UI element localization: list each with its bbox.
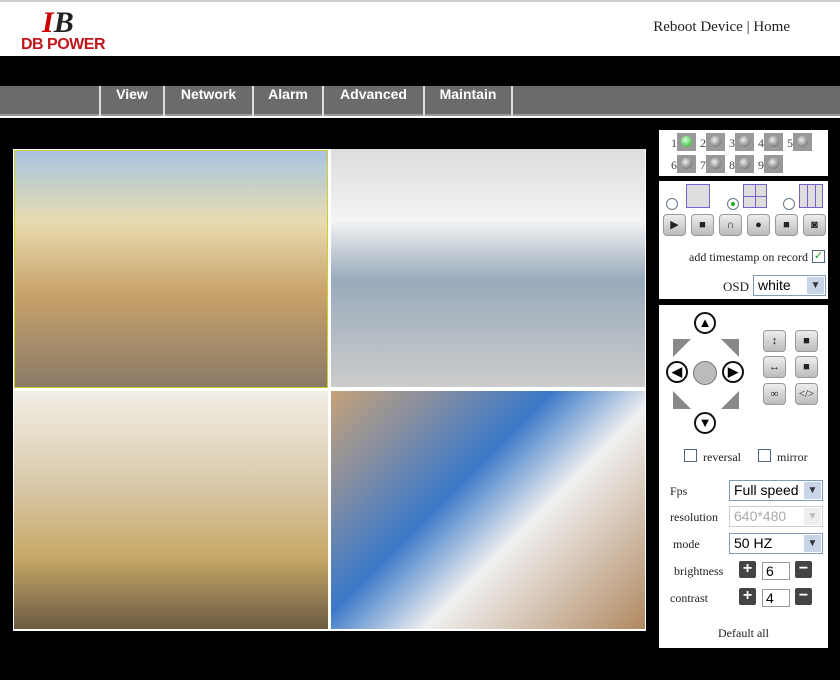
chevron-down-icon: ▼ (804, 535, 821, 552)
channel-4[interactable]: 4 (758, 133, 783, 151)
home-link[interactable]: Home (753, 19, 790, 35)
fps-value: Full speed (734, 482, 799, 498)
reversal-label: reversal (703, 450, 741, 464)
stop-button[interactable]: ■ (691, 214, 714, 236)
channel-5[interactable]: 5 (787, 133, 812, 151)
fps-select[interactable]: Full speed ▼ (729, 480, 823, 501)
layout-9-radio[interactable] (783, 198, 795, 210)
audio-icon[interactable]: ∩ (719, 214, 742, 236)
channel-status-icon (793, 133, 812, 151)
resolution-value: 640*480 (734, 508, 787, 524)
channel-6[interactable]: 6 (671, 155, 696, 173)
camera-feed-1[interactable] (14, 150, 328, 388)
resolution-select[interactable]: 640*480 ▼ (729, 506, 823, 527)
main-nav: View Network Alarm Advanced Maintain (0, 86, 840, 116)
camera-feed-3[interactable] (14, 391, 328, 629)
ptz-panel: ▲ ◀ ▶ ▼ ↕ ■ ↔ ■ ∞ </> reversal mirror Fp… (659, 305, 828, 648)
channel-status-icon (764, 155, 783, 173)
channel-panel: 12345 6789 (659, 130, 828, 176)
layout-9-icon[interactable] (799, 184, 823, 208)
channel-status-icon (677, 133, 696, 151)
brightness-plus-button[interactable]: + (739, 561, 756, 578)
mirror-label: mirror (777, 450, 808, 464)
ptz-right-button[interactable]: ▶ (722, 361, 744, 383)
contrast-input[interactable]: 4 (762, 589, 790, 607)
channel-status-icon (677, 155, 696, 173)
record-video-icon[interactable]: ■ (775, 214, 798, 236)
reversal-checkbox[interactable] (684, 449, 697, 462)
channel-1[interactable]: 1 (671, 133, 696, 151)
tab-advanced[interactable]: Advanced (322, 86, 423, 116)
mode-value: 50 HZ (734, 535, 773, 551)
vertical-patrol-icon[interactable]: ↕ (763, 330, 786, 352)
io-on-icon[interactable]: ∞ (763, 383, 786, 405)
mode-label: mode (673, 537, 700, 551)
channel-status-icon (706, 155, 725, 173)
osd-select[interactable]: white ▼ (753, 275, 826, 296)
mirror-checkbox[interactable] (758, 449, 771, 462)
ptz-up-button[interactable]: ▲ (694, 312, 716, 334)
ptz-down-right-button[interactable] (721, 391, 739, 409)
channel-3[interactable]: 3 (729, 133, 754, 151)
top-links: Reboot Device | Home (653, 19, 790, 36)
channel-status-icon (735, 155, 754, 173)
ptz-down-left-button[interactable] (673, 391, 691, 409)
brightness-input[interactable]: 6 (762, 562, 790, 580)
timestamp-label: add timestamp on record (689, 250, 808, 264)
layout-4-radio[interactable] (727, 198, 739, 210)
io-off-icon[interactable]: </> (795, 383, 818, 405)
channel-9[interactable]: 9 (758, 155, 783, 173)
ptz-left-button[interactable]: ◀ (666, 361, 688, 383)
channel-2[interactable]: 2 (700, 133, 725, 151)
osd-label: OSD (723, 279, 750, 294)
brightness-minus-button[interactable]: − (795, 561, 812, 578)
camera-feed-2[interactable] (331, 149, 645, 387)
black-bar (0, 56, 840, 86)
timestamp-checkbox[interactable]: ✓ (812, 250, 825, 263)
fps-label: Fps (670, 484, 688, 498)
horizontal-patrol-icon[interactable]: ↔ (763, 356, 786, 378)
brightness-label: brightness (674, 564, 724, 578)
ptz-up-left-button[interactable] (673, 339, 691, 357)
camera-feed-4[interactable] (331, 391, 645, 629)
play-button[interactable]: ▶ (663, 214, 686, 236)
layout-1-radio[interactable] (666, 198, 678, 210)
tab-alarm[interactable]: Alarm (252, 86, 322, 116)
microphone-icon[interactable]: ● (747, 214, 770, 236)
layout-1-icon[interactable] (686, 184, 710, 208)
channel-status-icon (764, 133, 783, 151)
chevron-down-icon: ▼ (804, 508, 821, 525)
stop-vertical-icon[interactable]: ■ (795, 330, 818, 352)
record-panel: ▶ ■ ∩ ● ■ ◙ add timestamp on record ✓ OS… (659, 181, 828, 299)
channel-status-icon (706, 133, 725, 151)
header: IB DB POWER Reboot Device | Home (0, 0, 840, 56)
ptz-up-right-button[interactable] (721, 339, 739, 357)
channel-7[interactable]: 7 (700, 155, 725, 173)
tab-view[interactable]: View (99, 86, 163, 116)
reboot-device-link[interactable]: Reboot Device (653, 19, 743, 35)
osd-value: white (758, 277, 791, 293)
tab-network[interactable]: Network (163, 86, 252, 116)
logo-mark: IB (42, 6, 74, 39)
tab-maintain[interactable]: Maintain (423, 86, 513, 116)
channel-8[interactable]: 8 (729, 155, 754, 173)
chevron-down-icon: ▼ (807, 277, 824, 294)
contrast-minus-button[interactable]: − (795, 588, 812, 605)
mode-select[interactable]: 50 HZ ▼ (729, 533, 823, 554)
resolution-label: resolution (670, 510, 718, 524)
stop-horizontal-icon[interactable]: ■ (795, 356, 818, 378)
layout-4-icon[interactable] (743, 184, 767, 208)
ptz-down-button[interactable]: ▼ (694, 412, 716, 434)
default-all-button[interactable]: Default all (718, 626, 769, 641)
video-grid (13, 149, 646, 631)
separator: | (746, 19, 750, 35)
logo: DB POWER (21, 36, 106, 53)
contrast-label: contrast (670, 591, 708, 605)
footer (0, 660, 840, 689)
ptz-center-button[interactable] (693, 361, 717, 385)
channel-status-icon (735, 133, 754, 151)
contrast-plus-button[interactable]: + (739, 588, 756, 605)
chevron-down-icon: ▼ (804, 482, 821, 499)
snapshot-camera-icon[interactable]: ◙ (803, 214, 826, 236)
